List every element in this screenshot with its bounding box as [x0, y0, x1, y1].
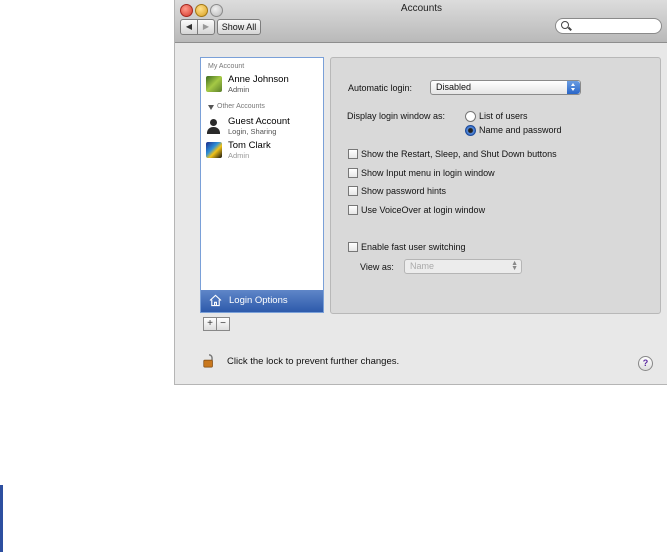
disclosure-triangle-icon[interactable] [208, 105, 214, 110]
account-tom-clark[interactable]: Tom Clark Admin [206, 140, 321, 162]
radio-list-of-users[interactable] [465, 111, 476, 122]
other-accounts-header: Other Accounts [217, 103, 265, 110]
forward-button[interactable]: ▶ [197, 19, 215, 35]
popup-arrows-icon [567, 81, 580, 94]
view-as-select[interactable]: Name ▲ ▼ [404, 259, 522, 274]
search-input[interactable] [555, 18, 662, 34]
checkbox-show-restart[interactable] [348, 149, 358, 159]
checkbox-password-hints[interactable] [348, 186, 358, 196]
login-options-panel: Automatic login: Disabled Display login … [330, 57, 661, 314]
show-all-button[interactable]: Show All [217, 19, 261, 35]
login-options-item[interactable]: Login Options [201, 290, 323, 312]
account-list: My Account Anne Johnson Admin Other Acco… [200, 57, 324, 313]
display-login-label: Display login window as: [347, 111, 446, 121]
account-name: Anne Johnson [228, 74, 289, 85]
lock-message: Click the lock to prevent further change… [227, 356, 400, 367]
account-guest[interactable]: Guest Account Login, Sharing [206, 116, 321, 138]
radio-name-and-password[interactable] [465, 125, 476, 136]
radio-list-of-users-label: List of users [479, 111, 528, 121]
checkbox-show-restart-label: Show the Restart, Sleep, and Shut Down b… [361, 149, 557, 159]
checkbox-password-hints-label: Show password hints [361, 186, 447, 196]
my-account-header: My Account [208, 63, 245, 70]
account-name: Guest Account [228, 116, 290, 127]
search-icon [561, 21, 569, 29]
avatar [206, 76, 222, 92]
lock-icon[interactable] [202, 354, 216, 368]
checkbox-voiceover[interactable] [348, 205, 358, 215]
margin-bar [0, 485, 3, 552]
house-icon [209, 294, 222, 307]
account-role: Login, Sharing [228, 127, 277, 136]
automatic-login-label: Automatic login: [348, 83, 413, 93]
automatic-login-select[interactable]: Disabled [430, 80, 581, 95]
checkbox-voiceover-label: Use VoiceOver at login window [361, 205, 486, 215]
popup-arrows-icon: ▲ ▼ [511, 260, 518, 272]
window-title: Accounts [400, 3, 443, 14]
accounts-window: Accounts ◀ ▶ Show All My Account Anne Jo… [174, 0, 667, 385]
login-options-label: Login Options [229, 295, 288, 306]
checkbox-fast-user-switching-label: Enable fast user switching [361, 242, 466, 252]
checkbox-input-menu[interactable] [348, 168, 358, 178]
back-button[interactable]: ◀ [180, 19, 198, 35]
title-bar: Accounts ◀ ▶ Show All [175, 0, 667, 43]
checkbox-fast-user-switching[interactable] [348, 242, 358, 252]
automatic-login-value: Disabled [436, 82, 472, 92]
view-as-value: Name [410, 261, 435, 271]
view-as-label: View as: [360, 262, 394, 272]
account-name: Tom Clark [228, 140, 271, 151]
account-role: Admin [228, 85, 250, 94]
checkbox-input-menu-label: Show Input menu in login window [361, 168, 495, 178]
remove-account-button[interactable]: − [216, 317, 230, 331]
person-icon [206, 118, 222, 134]
avatar [206, 142, 222, 158]
help-button[interactable]: ? [638, 356, 653, 371]
account-role: Admin [228, 151, 250, 160]
add-account-button[interactable]: + [203, 317, 217, 331]
radio-name-and-password-label: Name and password [479, 125, 562, 135]
account-anne-johnson[interactable]: Anne Johnson Admin [206, 74, 321, 96]
